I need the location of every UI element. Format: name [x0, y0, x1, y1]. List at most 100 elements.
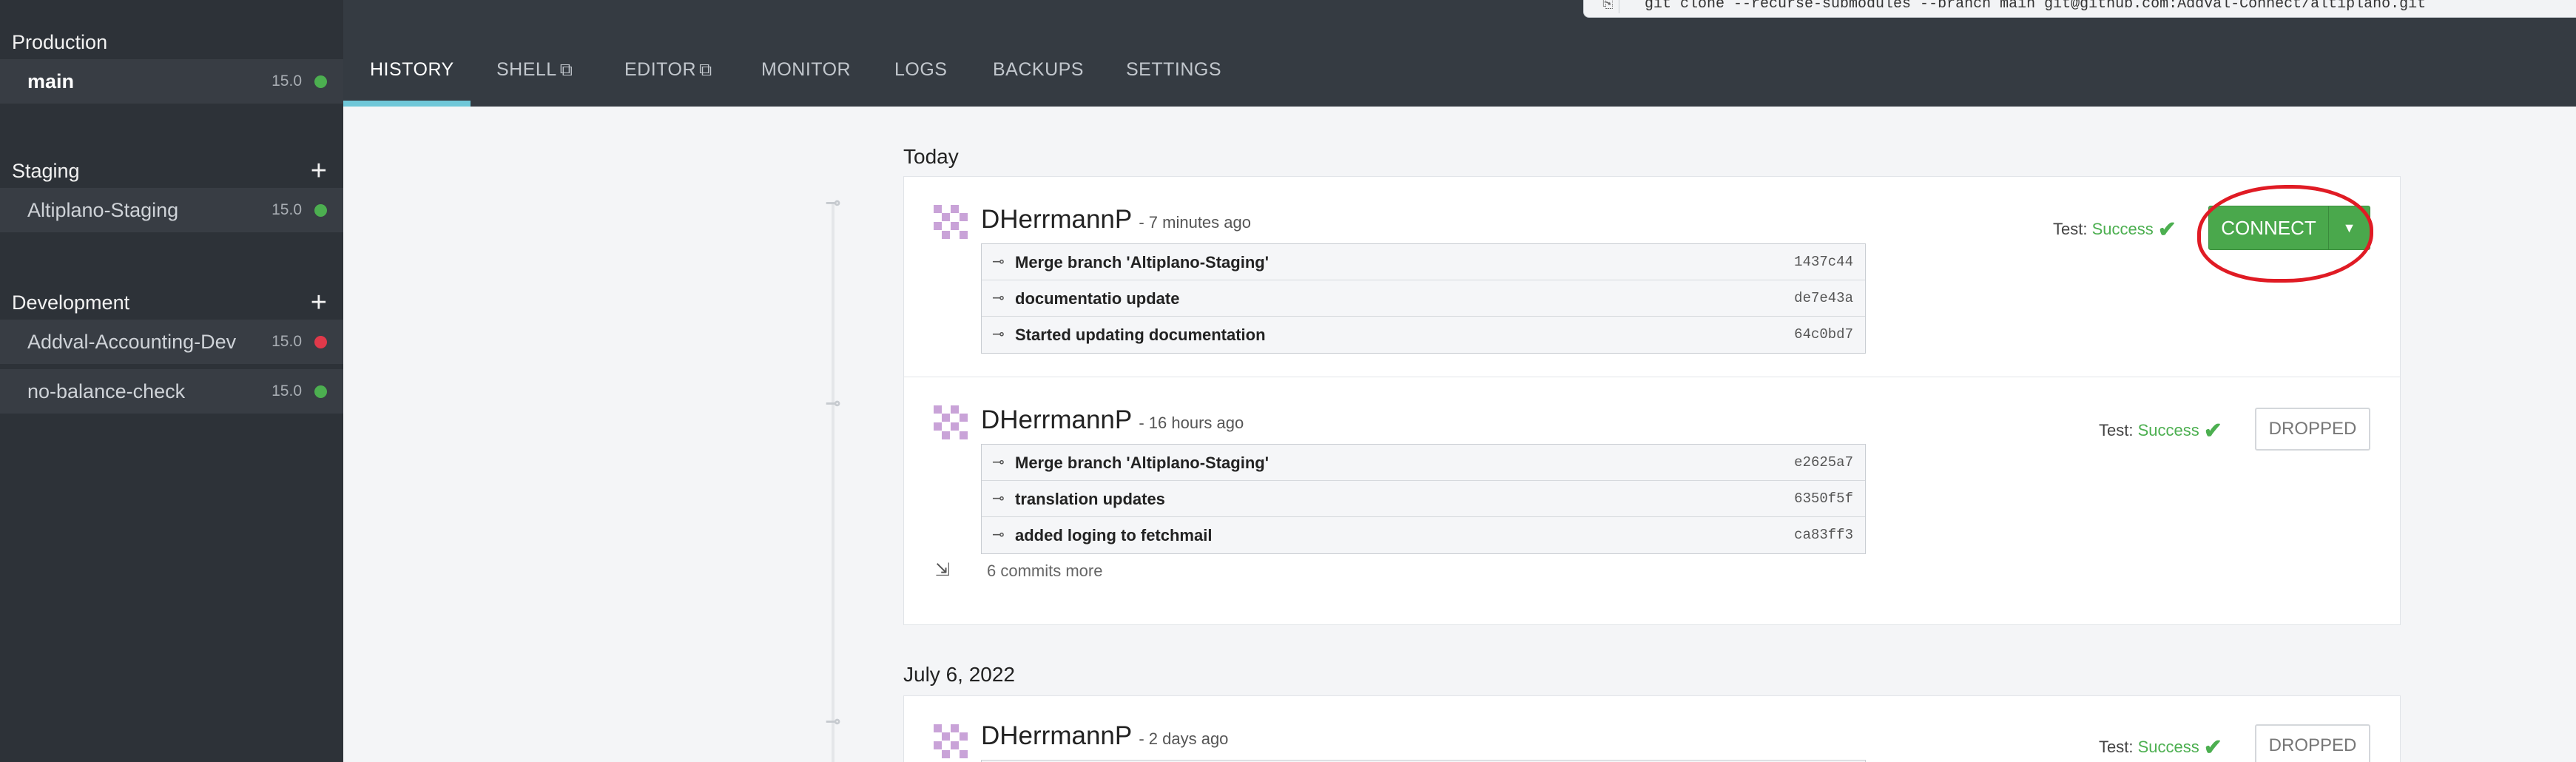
test-status: Test: Success ✔: [2099, 418, 2222, 444]
sidebar-item-addval-accounting-dev[interactable]: Addval-Accounting-Dev 15.0: [0, 320, 343, 364]
author-name: DHerrmannP: [981, 721, 1132, 750]
commit-message: documentatio update: [1015, 289, 1180, 308]
sidebar-item-main[interactable]: main 15.0: [0, 59, 343, 104]
tab-settings[interactable]: SETTINGS: [1126, 33, 1221, 107]
commit-message: added loging to fetchmail: [1015, 526, 1213, 544]
test-result: Success: [2091, 220, 2154, 238]
git-clone-command[interactable]: ⎘ git clone --recurse-submodules --branc…: [1583, 0, 2576, 18]
commit-node-icon: ⊸: [825, 193, 841, 213]
author-name: DHerrmannP: [981, 405, 1132, 434]
day-label: July 6, 2022: [903, 663, 1015, 686]
build-time: 7 minutes ago: [1148, 213, 1251, 232]
commit-sha[interactable]: 64c0bd7: [1794, 317, 1853, 353]
sidebar-item-altiplano-staging[interactable]: Altiplano-Staging 15.0: [0, 188, 343, 232]
commit-message: Merge branch 'Altiplano-Staging': [1015, 454, 1269, 472]
add-development-branch-icon[interactable]: +: [311, 286, 327, 320]
build-time: 2 days ago: [1148, 729, 1229, 748]
test-result: Success: [2137, 738, 2199, 756]
status-dot-icon: [314, 75, 327, 88]
commit-sha[interactable]: e2625a7: [1794, 445, 1853, 481]
avatar: [934, 205, 968, 239]
branch-name: Altiplano-Staging: [27, 199, 179, 221]
connect-label: CONNECT: [2221, 217, 2316, 239]
tab-backups[interactable]: BACKUPS: [993, 33, 1084, 107]
commit-row[interactable]: ⊸ added loging to fetchmail ca83ff3: [982, 517, 1865, 553]
branch-version: 15.0: [272, 73, 302, 90]
test-label: Test:: [2099, 738, 2134, 756]
commit-list: ⊸ Merge branch 'Altiplano-Staging' e2625…: [981, 444, 1866, 554]
status-dot-icon: [314, 204, 327, 217]
sidebar-group-staging: Staging + Altiplano-Staging 15.0: [0, 154, 343, 232]
sidebar: Production main 15.0 Staging + Altiplano…: [0, 0, 343, 762]
git-clone-text: git clone --recurse-submodules --branch …: [1645, 0, 2427, 13]
build-author: DHerrmannP - 16 hours ago: [981, 405, 1244, 434]
branch-name: no-balance-check: [27, 380, 186, 402]
check-icon: ✔: [2157, 218, 2177, 242]
more-commits-icon: ⇲: [935, 560, 951, 580]
commit-node-icon: ⊸: [825, 712, 841, 732]
commit-row[interactable]: ⊸ Merge branch 'Altiplano-Staging' e2625…: [982, 445, 1865, 481]
tab-label: EDITOR: [624, 59, 696, 80]
external-link-icon: ⧉: [699, 60, 712, 80]
external-link-icon: ⧉: [559, 60, 573, 80]
avatar: [934, 724, 968, 758]
build-time: 16 hours ago: [1148, 414, 1244, 432]
add-staging-branch-icon[interactable]: +: [311, 154, 327, 188]
status-dot-icon: [314, 336, 327, 348]
chevron-down-icon[interactable]: ▼: [2328, 206, 2370, 249]
sidebar-group-label: Development: [12, 291, 130, 314]
avatar: [934, 405, 968, 439]
commit-message: Merge branch 'Altiplano-Staging': [1015, 253, 1269, 272]
copy-icon[interactable]: ⎘: [1597, 0, 1619, 13]
more-commits-link[interactable]: 6 commits more: [987, 562, 1102, 581]
commit-sha[interactable]: 1437c44: [1794, 244, 1853, 280]
sidebar-group-development: Development + Addval-Accounting-Dev 15.0…: [0, 286, 343, 414]
dropped-button[interactable]: DROPPED: [2255, 724, 2370, 762]
check-icon: ✔: [2203, 735, 2222, 760]
test-result: Success: [2137, 421, 2199, 439]
branch-name: main: [27, 70, 75, 92]
sidebar-group-title: Development +: [0, 286, 343, 320]
commit-icon: ⊸: [992, 290, 1005, 306]
branch-version: 15.0: [272, 201, 302, 218]
test-status: Test: Success ✔: [2099, 735, 2222, 761]
test-label: Test:: [2099, 421, 2134, 439]
sidebar-item-no-balance-check[interactable]: no-balance-check 15.0: [0, 369, 343, 414]
tab-history[interactable]: HISTORY: [370, 33, 454, 107]
commit-sha[interactable]: de7e43a: [1794, 280, 1853, 317]
tab-editor[interactable]: EDITOR ⧉: [624, 33, 712, 107]
sidebar-group-label: Staging: [12, 160, 80, 182]
build-card: DHerrmannP - 7 minutes ago ⊸ Merge branc…: [903, 176, 2401, 377]
commit-message: translation updates: [1015, 490, 1165, 508]
commit-sha[interactable]: 6350f5f: [1794, 481, 1853, 517]
commit-icon: ⊸: [992, 490, 1005, 507]
tab-monitor[interactable]: MONITOR: [761, 33, 851, 107]
build-card: DHerrmannP - 16 hours ago ⊸ Merge branch…: [903, 377, 2401, 625]
commit-list: ⊸ Merge branch 'Altiplano-Staging' 1437c…: [981, 243, 1866, 354]
commit-icon: ⊸: [992, 527, 1005, 543]
commit-row[interactable]: ⊸ Merge branch 'Altiplano-Staging' 1437c…: [982, 244, 1865, 280]
commit-node-icon: ⊸: [825, 394, 841, 414]
commit-sha[interactable]: ca83ff3: [1794, 517, 1853, 553]
active-tab-indicator: [343, 101, 471, 107]
tab-shell[interactable]: SHELL ⧉: [496, 33, 573, 107]
commit-row[interactable]: ⊸ documentatio update de7e43a: [982, 280, 1865, 317]
commit-row[interactable]: ⊸ translation updates 6350f5f: [982, 481, 1865, 517]
check-icon: ✔: [2203, 419, 2222, 443]
tab-logs[interactable]: LOGS: [894, 33, 947, 107]
branch-name: Addval-Accounting-Dev: [27, 331, 237, 353]
dropped-button[interactable]: DROPPED: [2255, 408, 2370, 451]
build-card: DHerrmannP - 2 days ago Test: Success ✔ D…: [903, 695, 2401, 762]
commit-icon: ⊸: [992, 254, 1005, 270]
build-author: DHerrmannP - 7 minutes ago: [981, 205, 1251, 234]
connect-button[interactable]: CONNECT ▼: [2208, 206, 2370, 250]
tab-label: SHELL: [496, 59, 557, 80]
commit-row[interactable]: ⊸ Started updating documentation 64c0bd7: [982, 317, 1865, 353]
timeline-line: [832, 203, 834, 762]
commit-icon: ⊸: [992, 454, 1005, 471]
day-label: Today: [903, 145, 959, 168]
author-name: DHerrmannP: [981, 205, 1132, 234]
sidebar-group-title: Production: [12, 31, 108, 53]
commit-icon: ⊸: [992, 326, 1005, 343]
sidebar-group-title: Staging +: [0, 154, 343, 188]
